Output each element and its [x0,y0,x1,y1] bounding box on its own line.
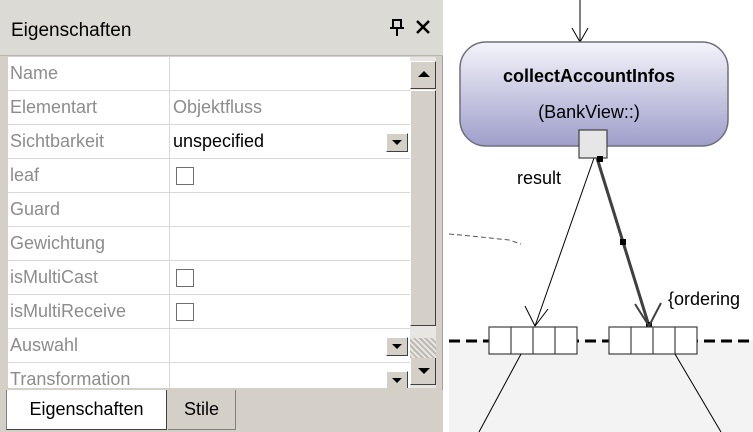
ismulticast-checkbox[interactable] [176,269,194,287]
property-grid: Name Elementart Objektfluss Sichtbarkeit… [8,57,410,388]
selection-handle-mid[interactable] [620,239,626,245]
tab-styles[interactable]: Stile [168,390,236,430]
transformation-select[interactable] [171,363,410,388]
leaf-checkbox[interactable] [176,167,194,185]
property-name: Name [8,57,170,90]
guard-field[interactable] [171,193,410,226]
panel-title: Eigenschaften [11,20,132,41]
action-owner: (BankView::) [538,102,640,122]
selection-select[interactable] [171,329,410,362]
panel-titlebar: Eigenschaften [0,0,443,56]
scroll-down-button[interactable] [410,357,436,385]
property-row-name[interactable]: Name [8,57,410,91]
transformation-dropdown-button[interactable] [386,371,408,388]
scroll-track-pattern [410,338,436,358]
property-row-guard[interactable]: Guard [8,193,410,227]
diagram-canvas[interactable]: collectAccountInfos (BankView::) result … [449,0,753,432]
scroll-up-button[interactable] [410,61,436,89]
output-pin[interactable] [578,129,608,159]
panel-tabstrip: Eigenschaften Stile [0,390,443,432]
property-row-elementart[interactable]: Elementart Objektfluss [8,91,410,125]
property-row-ismulticast[interactable]: isMultiCast [8,261,410,295]
visibility-dropdown-button[interactable] [386,133,408,152]
property-name: Auswahl [8,329,170,362]
action-name: collectAccountInfos [503,66,675,86]
activity-diagram: collectAccountInfos (BankView::) result … [449,0,753,432]
close-icon[interactable] [413,17,433,37]
property-row-transformation[interactable]: Transformation [8,363,410,388]
property-name: Elementart [8,91,170,124]
property-name: Guard [8,193,170,226]
weight-field[interactable] [171,227,410,260]
property-row-ismultireceive[interactable]: isMultiReceive [8,295,410,329]
property-name: isMultiCast [8,261,170,294]
property-name: Sichtbarkeit [8,125,170,158]
property-value: Objektfluss [173,97,263,117]
property-name: leaf [8,159,170,192]
property-name: Transformation [8,363,170,388]
scroll-thumb[interactable] [410,90,436,326]
properties-panel: Eigenschaften Name Elementart Objektflus… [0,0,443,432]
property-row-leaf[interactable]: leaf [8,159,410,193]
property-value-field[interactable] [171,57,410,90]
tab-properties[interactable]: Eigenschaften [6,390,167,430]
property-row-auswahl[interactable]: Auswahl [8,329,410,363]
property-name: isMultiReceive [8,295,170,328]
property-name: Gewichtung [8,227,170,260]
dashed-connector [449,233,522,245]
selection-handle-start[interactable] [597,156,603,162]
edge-label-result: result [517,168,561,188]
ismultireceive-checkbox[interactable] [176,303,194,321]
selection-dropdown-button[interactable] [386,337,408,356]
property-row-gewichtung[interactable]: Gewichtung [8,227,410,261]
property-row-sichtbarkeit[interactable]: Sichtbarkeit unspecified [8,125,410,159]
ordering-label: {ordering [668,289,740,309]
pin-icon[interactable] [388,18,406,38]
visibility-select[interactable]: unspecified [171,125,410,158]
